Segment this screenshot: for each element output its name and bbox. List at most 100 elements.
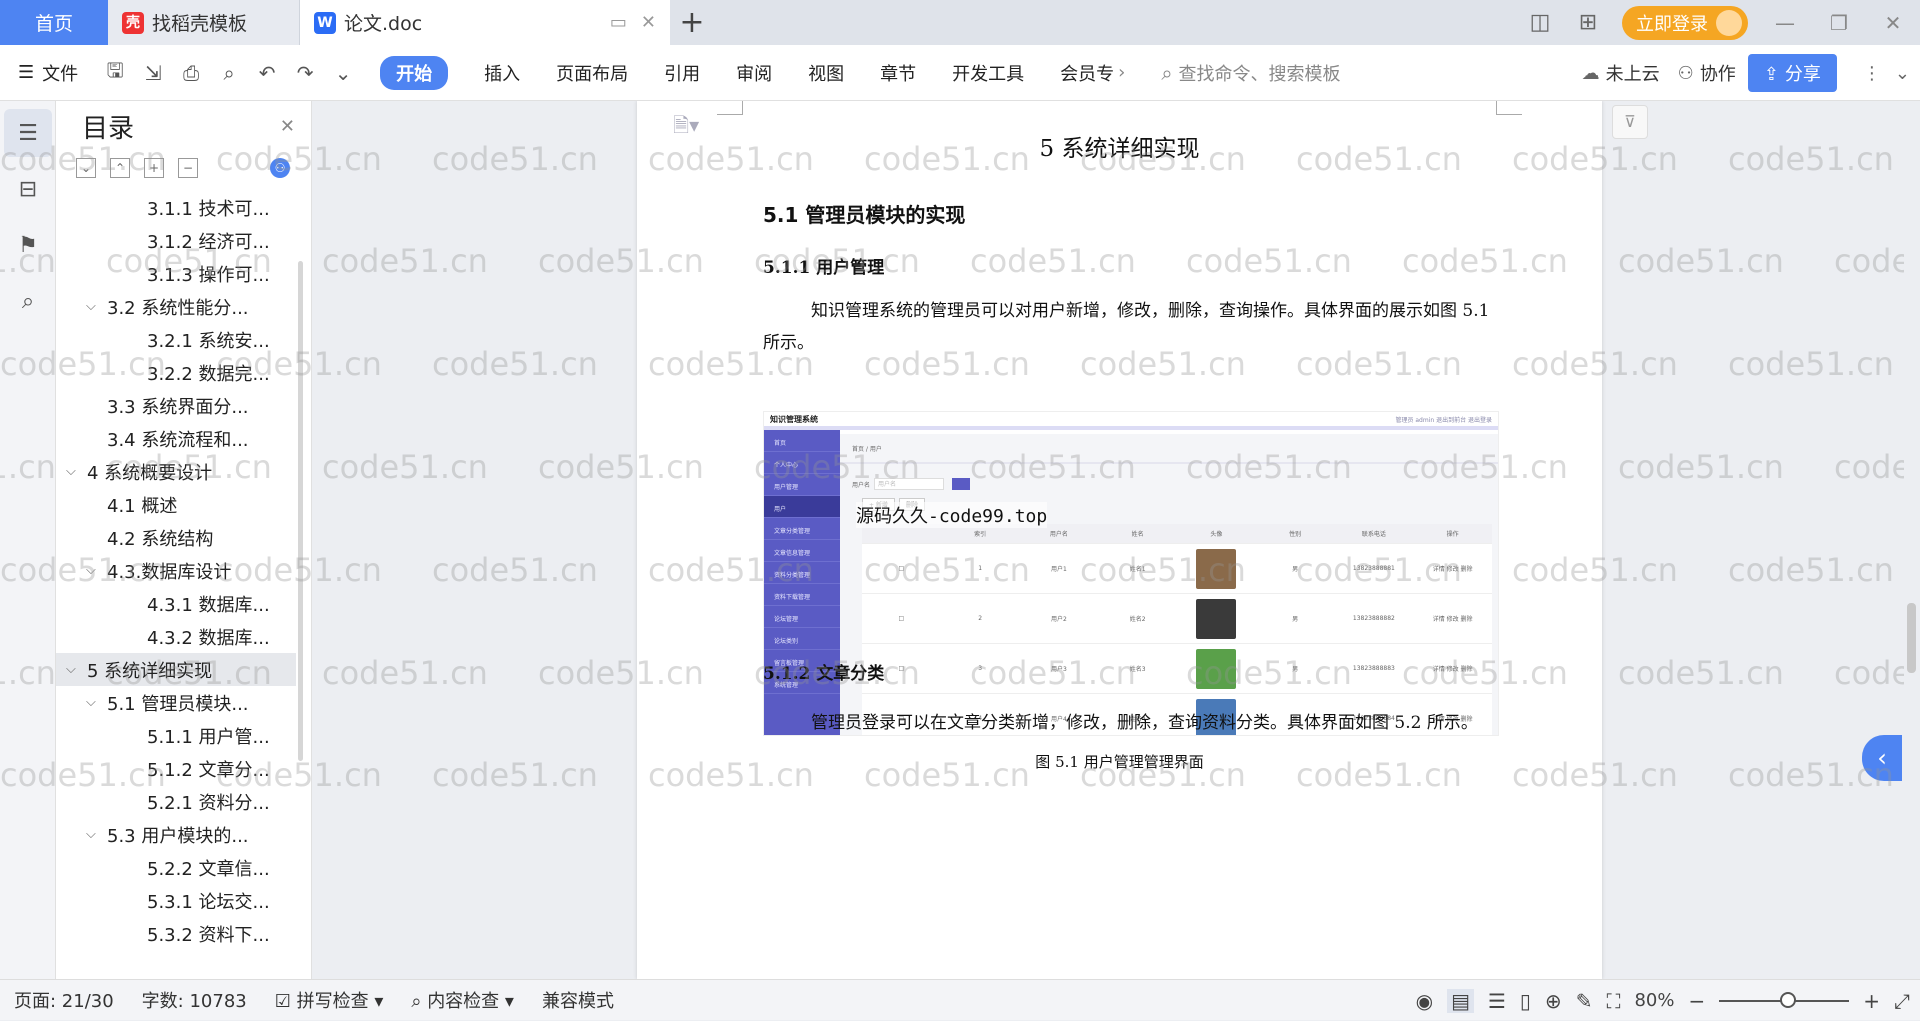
toc-item[interactable]: 4.1 概述 [56,488,296,521]
zoom-in-icon[interactable]: + [1863,989,1880,1013]
add-heading-icon[interactable]: + [144,158,164,178]
menu-member[interactable]: 会员专 › [1042,45,1143,101]
fit-page-icon[interactable]: ⛶ [1606,989,1620,1013]
toc-item[interactable]: 4.3.1 数据库... [56,587,296,620]
preview-icon[interactable]: ⌕ [210,61,248,85]
toc-item[interactable]: 5.2.1 资料分... [56,785,296,818]
bookmark-icon[interactable]: ⚑ [4,221,52,269]
find-icon[interactable]: ⌕ [4,277,52,325]
chevron-down-icon[interactable]: ⌵ [86,299,104,314]
toc-item[interactable]: 5.1.1 用户管... [56,719,296,752]
collab-button[interactable]: 协作 [1700,60,1736,86]
toc-item[interactable]: 5.1.2 文章分... [56,752,296,785]
print-icon[interactable]: ⎙ [172,61,210,85]
toc-item[interactable]: 3.1.1 技术可... [56,191,296,224]
menu-insert[interactable]: 插入 [466,45,538,101]
chevron-down-icon[interactable]: ⌵ [66,464,84,479]
toc-item[interactable]: 3.4 系统流程和... [56,422,296,455]
toc-item[interactable]: 3.2.2 数据完... [56,356,296,389]
menu-developer[interactable]: 开发工具 [934,45,1042,101]
menu-view[interactable]: 视图 [790,45,862,101]
cloud-status[interactable]: 未上云 [1606,60,1660,86]
screen-icon[interactable]: ▭ [610,12,627,33]
more-dropdown-icon[interactable]: ⌄ [324,61,362,85]
menu-start[interactable]: 开始 [362,45,466,101]
toc-list: 3.1.1 技术可... 3.1.2 经济可... 3.1.3 操作可... ⌵ 3.2… [56,191,296,950]
file-menu[interactable]: ☰ 文件 [0,45,96,101]
outline-view-icon[interactable]: ☰ [1488,989,1506,1013]
close-window-icon[interactable]: ✕ [1866,11,1920,35]
chevron-down-icon[interactable]: ⌵ [86,695,104,710]
toc-item[interactable]: 4.2 系统结构 [56,521,296,554]
restore-icon[interactable]: ❐ [1812,11,1866,35]
content-check-label: 内容检查 [427,991,500,1012]
chevron-down-icon[interactable]: ⌵ [66,662,84,677]
toc-scrollbar[interactable] [298,261,303,761]
command-search[interactable]: ⌕ 查找命令、搜索模板 [1161,60,1340,86]
toc-item[interactable]: 5.3.1 论坛交... [56,884,296,917]
expand-all-icon[interactable]: ⌄ [76,158,96,178]
remove-heading-icon[interactable]: − [178,158,198,178]
read-view-icon[interactable]: ▯ [1520,989,1531,1013]
toc-item[interactable]: ⌵ 4 系统概要设计 [56,455,296,488]
zoom-out-icon[interactable]: − [1688,989,1705,1013]
toc-item[interactable]: ⌵ 5.1 管理员模块... [56,686,296,719]
collapse-all-icon[interactable]: ⌃ [110,158,130,178]
page-indicator[interactable]: 页面: 21/30 [0,987,128,1013]
fullscreen-icon[interactable]: ⤢ [1894,989,1910,1013]
side-expand-button[interactable]: ‹ [1862,735,1902,781]
zoom-level[interactable]: 80% [1634,990,1674,1011]
toc-item[interactable]: 3.2.1 系统安... [56,323,296,356]
layout-icon[interactable]: ◫ [1516,10,1564,35]
toc-item[interactable]: 3.1.3 操作可... [56,257,296,290]
expand-toolbar-icon[interactable]: ⊽ [1612,105,1648,139]
minimize-icon[interactable]: — [1758,11,1812,35]
menu-references[interactable]: 引用 [646,45,718,101]
close-panel-icon[interactable]: ✕ [280,116,295,137]
toc-item[interactable]: 3.1.2 经济可... [56,224,296,257]
content-check-button[interactable]: ⌕ 内容检查 ▾ [397,987,528,1013]
menu-review-label: 审阅 [736,63,773,85]
word-count[interactable]: 字数: 10783 [128,987,261,1013]
apps-grid-icon[interactable]: ⊞ [1564,10,1612,35]
save-icon[interactable]: 🖫 [96,56,134,90]
redo-icon[interactable]: ↷ [286,61,324,85]
toc-item[interactable]: 4.3.2 数据库... [56,620,296,653]
login-button[interactable]: 立即登录 [1622,5,1748,40]
toc-item[interactable]: ⌵ 5.3 用户模块的... [56,818,296,851]
toc-item[interactable]: 5.2.2 文章信... [56,851,296,884]
chevron-down-icon[interactable]: ⌵ [86,563,104,578]
share-button[interactable]: ⇪ 分享 [1747,54,1837,92]
new-tab-button[interactable]: + [670,0,714,45]
fig-avatar-image [1196,598,1237,639]
undo-icon[interactable]: ↶ [248,61,286,85]
tab-daoke-templates[interactable]: 壳 找稻壳模板 [108,0,300,45]
collapse-ribbon-icon[interactable]: ⌄ [1895,63,1910,84]
toc-item[interactable]: ⌵ 4.3.数据库设计 [56,554,296,587]
spell-check-button[interactable]: ☑ 拼写检查 ▾ [261,987,398,1013]
tab-document[interactable]: W 论文.doc ▭ ✕ [300,0,670,45]
scrollbar-thumb[interactable] [1907,603,1916,673]
toc-item[interactable]: 5.3.2 资料下... [56,917,296,950]
export-icon[interactable]: ⇲ [134,61,172,85]
write-view-icon[interactable]: ✎ [1576,989,1593,1013]
toc-panel-icon[interactable]: ☰ [4,109,52,157]
navigation-icon[interactable]: ⊟ [4,165,52,213]
zoom-slider[interactable] [1719,991,1850,1008]
vertical-scrollbar[interactable] [1904,101,1920,979]
menu-chapter[interactable]: 章节 [862,45,934,101]
eye-protection-icon[interactable]: ◉ [1416,989,1433,1013]
menu-layout[interactable]: 页面布局 [538,45,646,101]
web-view-icon[interactable]: ⊕ [1545,989,1562,1013]
toc-item[interactable]: 3.3 系统界面分... [56,389,296,422]
toc-item[interactable]: ⌵ 3.2 系统性能分... [56,290,296,323]
smart-toc-icon[interactable]: ⚇ [270,158,290,178]
zoom-slider-knob[interactable] [1780,991,1797,1008]
tab-home[interactable]: 首页 [0,0,108,45]
toc-item[interactable]: ⌵ 5 系统详细实现 [56,653,296,686]
chevron-down-icon[interactable]: ⌵ [86,827,104,842]
page-view-icon[interactable]: ▤ [1447,988,1474,1013]
close-tab-icon[interactable]: ✕ [641,12,656,33]
menu-review[interactable]: 审阅 [718,45,790,101]
more-options-icon[interactable]: ⋮ [1863,63,1881,84]
